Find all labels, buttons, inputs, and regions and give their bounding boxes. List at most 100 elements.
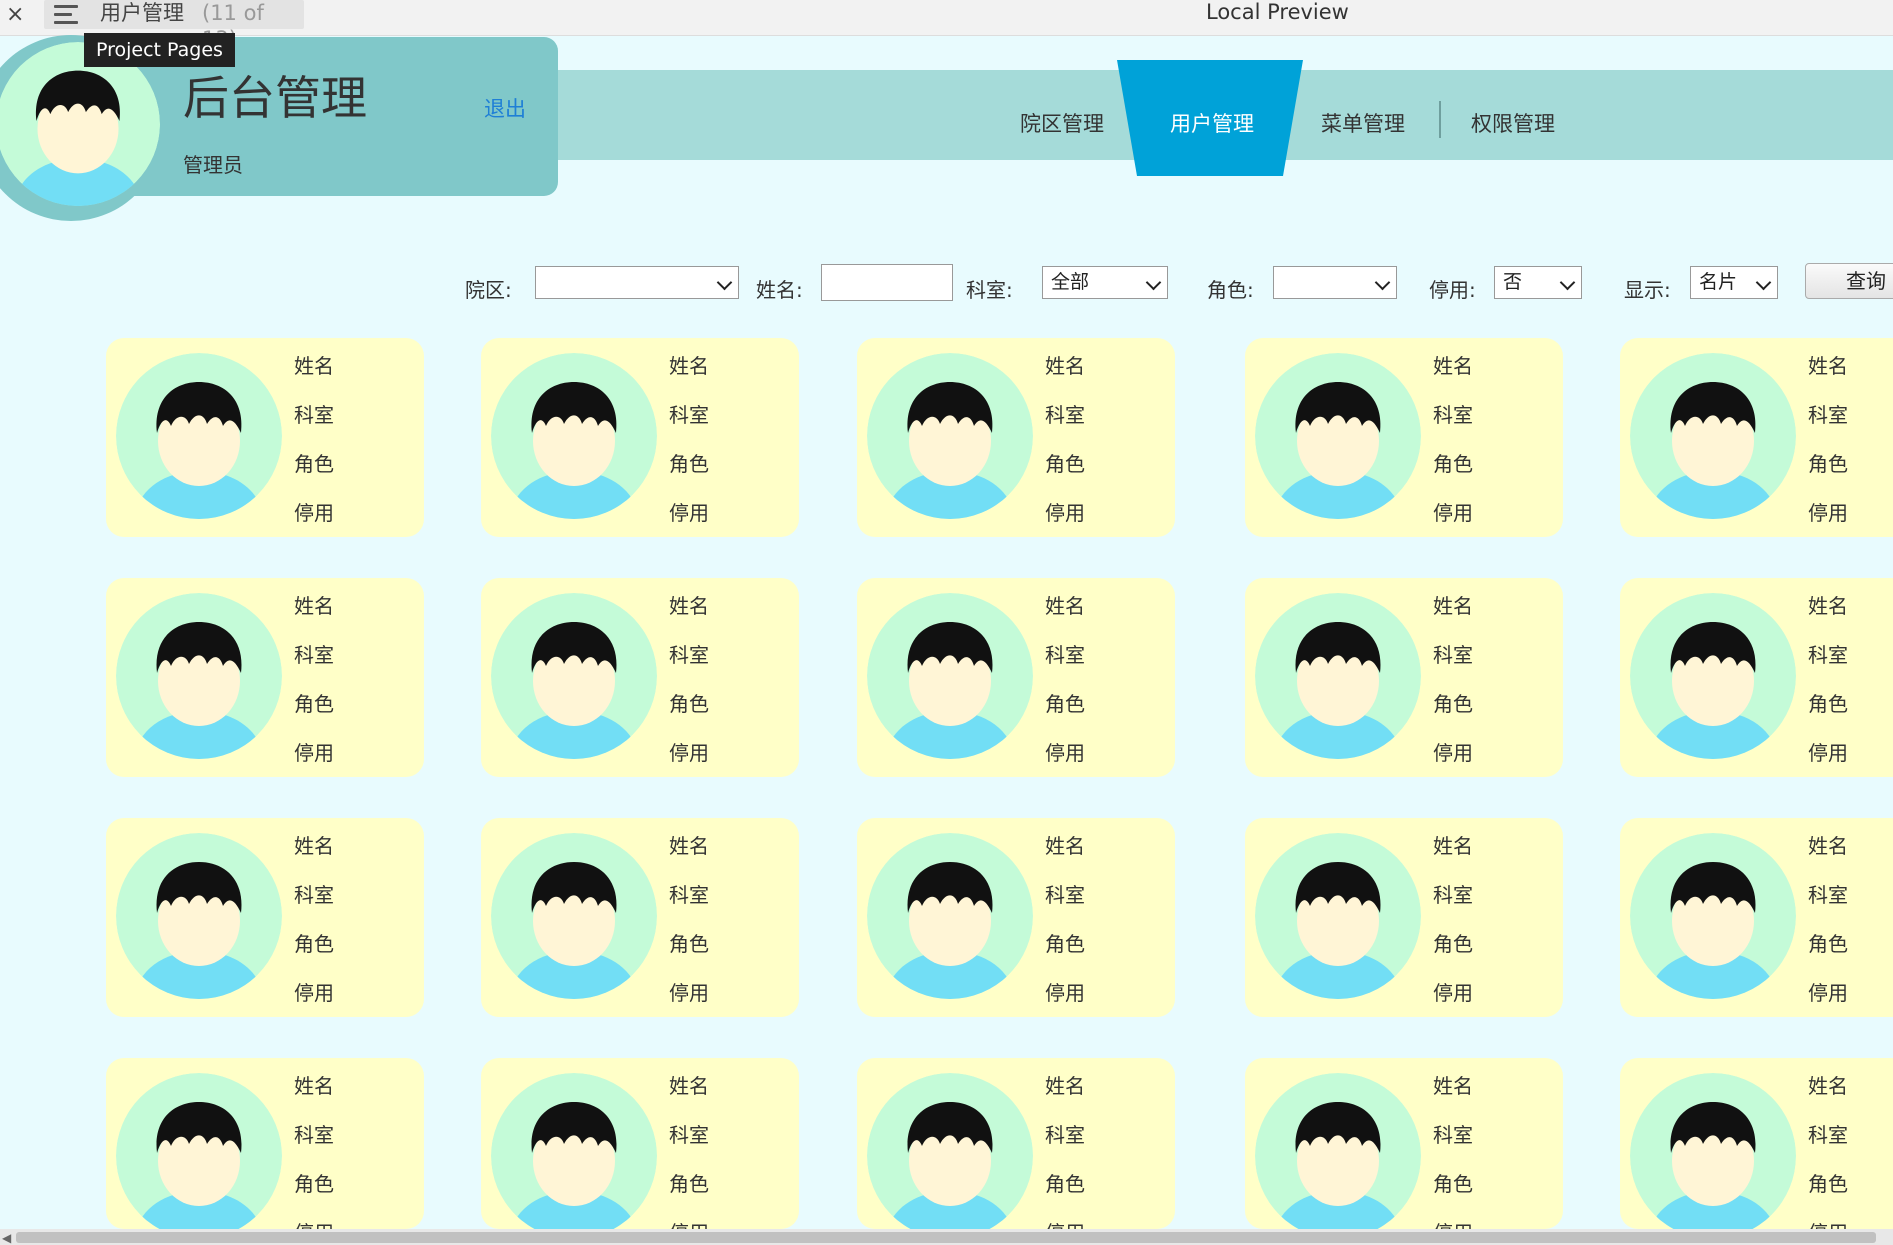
card-field-role: 角色 (1433, 1172, 1473, 1196)
preview-title: Local Preview (1206, 0, 1349, 24)
card-field-dept: 科室 (1045, 403, 1085, 427)
disabled-select[interactable]: 否 (1494, 266, 1582, 299)
scroll-left-icon[interactable]: ◀ (2, 1231, 11, 1245)
user-card[interactable]: 姓名科室角色停用 (481, 578, 799, 777)
user-card[interactable]: 姓名科室角色停用 (1620, 818, 1893, 1017)
card-field-name: 姓名 (669, 1074, 709, 1098)
card-field-name: 姓名 (1808, 1074, 1848, 1098)
card-field-role: 角色 (669, 452, 709, 476)
card-field-role: 角色 (294, 452, 334, 476)
card-field-name: 姓名 (669, 834, 709, 858)
card-field-role: 角色 (1045, 932, 1085, 956)
user-card[interactable]: 姓名科室角色停用 (857, 1058, 1175, 1229)
avatar (1255, 1073, 1421, 1229)
close-icon[interactable]: × (6, 2, 24, 27)
card-field-dept: 科室 (1433, 643, 1473, 667)
user-card[interactable]: 姓名科室角色停用 (1245, 1058, 1563, 1229)
card-field-role: 角色 (1433, 692, 1473, 716)
card-field-dept: 科室 (669, 403, 709, 427)
avatar (1630, 353, 1796, 519)
card-field-disabled: 停用 (1433, 981, 1473, 1005)
card-field-dept: 科室 (669, 883, 709, 907)
card-field-name: 姓名 (1045, 354, 1085, 378)
user-card[interactable]: 姓名科室角色停用 (106, 818, 424, 1017)
name-input[interactable] (821, 264, 953, 301)
avatar (116, 1073, 282, 1229)
card-field-disabled: 停用 (294, 1217, 334, 1229)
user-card[interactable]: 姓名科室角色停用 (1245, 818, 1563, 1017)
card-field-disabled: 停用 (1045, 501, 1085, 525)
card-field-disabled: 停用 (1808, 501, 1848, 525)
avatar (491, 1073, 657, 1229)
avatar (116, 833, 282, 999)
name-label: 姓名: (756, 278, 803, 302)
logout-link[interactable]: 退出 (484, 93, 526, 123)
project-pages-dropdown[interactable]: 用户管理 (11 of 13) (44, 0, 304, 51)
card-field-disabled: 停用 (1045, 1217, 1085, 1229)
user-card[interactable]: 姓名科室角色停用 (1245, 338, 1563, 537)
card-field-name: 姓名 (1045, 1074, 1085, 1098)
tab-user-management[interactable]: 用户管理 (1170, 108, 1254, 138)
card-field-disabled: 停用 (294, 981, 334, 1005)
card-field-role: 角色 (669, 1172, 709, 1196)
card-field-role: 角色 (1433, 932, 1473, 956)
card-field-disabled: 停用 (294, 501, 334, 525)
avatar (491, 593, 657, 759)
card-field-dept: 科室 (1045, 883, 1085, 907)
user-card[interactable]: 姓名科室角色停用 (106, 1058, 424, 1229)
card-field-role: 角色 (669, 692, 709, 716)
user-avatar-icon (867, 353, 1033, 519)
card-field-name: 姓名 (1808, 354, 1848, 378)
card-field-disabled: 停用 (1045, 741, 1085, 765)
card-field-name: 姓名 (1433, 594, 1473, 618)
query-button[interactable]: 查询 (1805, 263, 1893, 299)
campus-label: 院区: (465, 278, 512, 302)
avatar (1630, 833, 1796, 999)
site-title: 后台管理 (183, 71, 367, 125)
avatar (1255, 593, 1421, 759)
user-card[interactable]: 姓名科室角色停用 (481, 338, 799, 537)
avatar (1255, 353, 1421, 519)
user-card[interactable]: 姓名科室角色停用 (857, 578, 1175, 777)
dept-select[interactable]: 全部 (1042, 266, 1168, 299)
card-field-dept: 科室 (669, 1123, 709, 1147)
card-field-role: 角色 (294, 1172, 334, 1196)
card-field-name: 姓名 (1808, 594, 1848, 618)
user-card[interactable]: 姓名科室角色停用 (106, 338, 424, 537)
display-select[interactable]: 名片 (1690, 266, 1778, 299)
campus-select[interactable] (535, 266, 739, 299)
user-card[interactable]: 姓名科室角色停用 (1620, 578, 1893, 777)
card-field-name: 姓名 (294, 834, 334, 858)
user-card[interactable]: 姓名科室角色停用 (1620, 338, 1893, 537)
card-field-dept: 科室 (1433, 1123, 1473, 1147)
user-card[interactable]: 姓名科室角色停用 (857, 818, 1175, 1017)
user-avatar-icon (491, 833, 657, 999)
user-card[interactable]: 姓名科室角色停用 (481, 1058, 799, 1229)
tab-menu-management[interactable]: 菜单管理 (1321, 108, 1405, 138)
role-select[interactable] (1273, 266, 1397, 299)
card-field-dept: 科室 (1808, 883, 1848, 907)
user-role-label: 管理员 (183, 153, 243, 177)
tab-campus-management[interactable]: 院区管理 (1020, 108, 1104, 138)
card-field-dept: 科室 (1433, 403, 1473, 427)
user-avatar-icon (1255, 353, 1421, 519)
user-avatar-icon (1630, 1073, 1796, 1229)
card-field-disabled: 停用 (294, 741, 334, 765)
user-card[interactable]: 姓名科室角色停用 (1245, 578, 1563, 777)
horizontal-scrollbar-thumb[interactable] (16, 1232, 1876, 1243)
tooltip: Project Pages (84, 33, 235, 67)
nav-divider (1439, 101, 1441, 138)
chevron-down-icon (1145, 274, 1162, 291)
avatar (1630, 1073, 1796, 1229)
user-card[interactable]: 姓名科室角色停用 (857, 338, 1175, 537)
user-avatar-icon (1255, 833, 1421, 999)
user-card[interactable]: 姓名科室角色停用 (1620, 1058, 1893, 1229)
disabled-label: 停用: (1429, 278, 1476, 302)
card-field-dept: 科室 (294, 1123, 334, 1147)
tab-permission-management[interactable]: 权限管理 (1471, 108, 1555, 138)
card-field-disabled: 停用 (1433, 741, 1473, 765)
card-field-dept: 科室 (1045, 1123, 1085, 1147)
card-field-dept: 科室 (294, 643, 334, 667)
user-card[interactable]: 姓名科室角色停用 (106, 578, 424, 777)
user-card[interactable]: 姓名科室角色停用 (481, 818, 799, 1017)
